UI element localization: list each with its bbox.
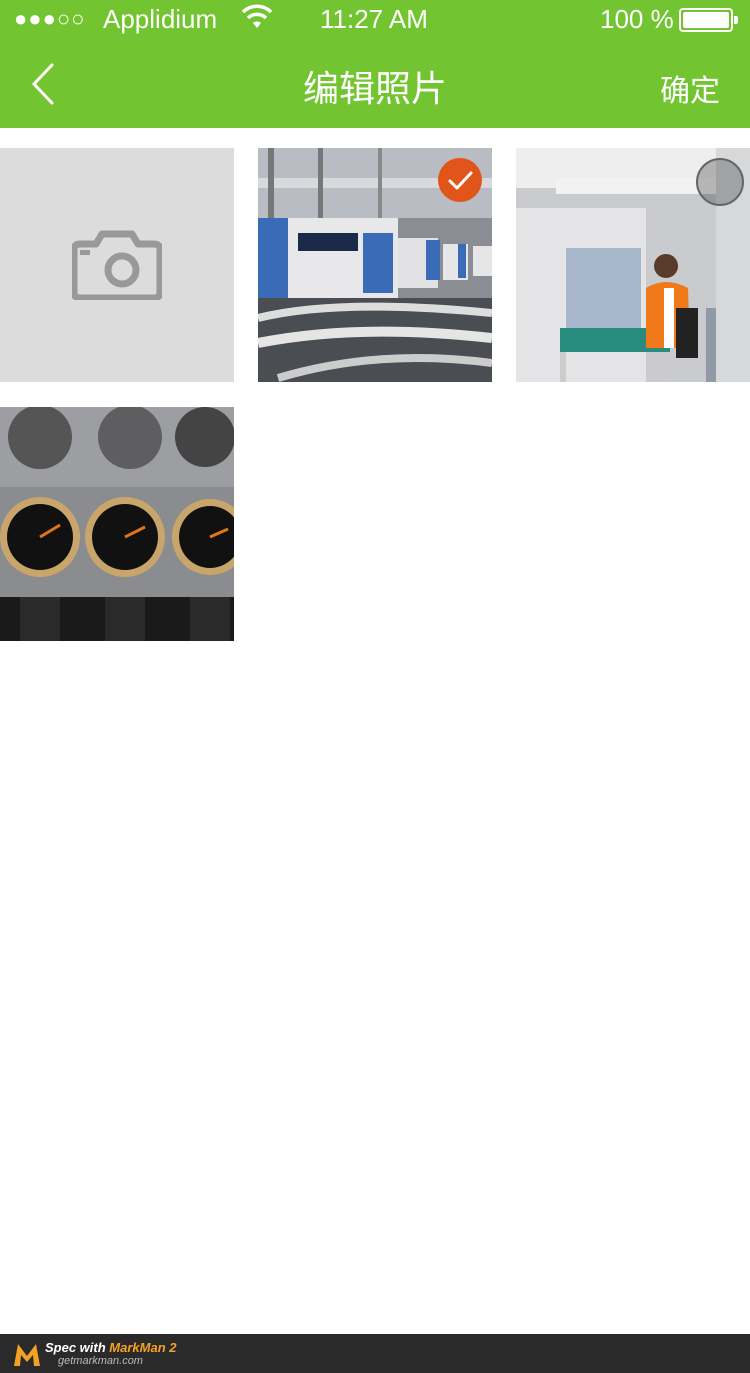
photo-tile-operator[interactable] bbox=[516, 148, 750, 382]
markman-footer: Spec with MarkMan 2 getmarkman.com bbox=[0, 1334, 750, 1373]
nav-bar: 编辑照片 确定 bbox=[0, 40, 750, 128]
battery-percent: 100 % bbox=[600, 4, 674, 34]
battery-icon bbox=[679, 8, 738, 32]
unselected-check[interactable] bbox=[696, 158, 744, 206]
checkmark-icon bbox=[448, 171, 473, 190]
camera-icon bbox=[72, 230, 162, 300]
photo-gauges bbox=[0, 407, 234, 641]
photo-tile-machines[interactable] bbox=[258, 148, 492, 382]
status-bar: ●●●○○ Applidium 11:27 AM 100 % bbox=[0, 0, 750, 40]
footer-line2: getmarkman.com bbox=[58, 1355, 143, 1367]
wifi-icon bbox=[242, 4, 272, 28]
photo-tile-gauges[interactable] bbox=[0, 407, 234, 641]
carrier-name: Applidium bbox=[103, 4, 218, 34]
clock: 11:27 AM bbox=[320, 4, 428, 34]
header: ●●●○○ Applidium 11:27 AM 100 % 编辑照片 确定 bbox=[0, 0, 750, 128]
page-title: 编辑照片 bbox=[302, 68, 447, 109]
footer-line1: Spec with MarkMan 2 bbox=[45, 1340, 177, 1355]
signal-strength: ●●●○○ bbox=[14, 6, 86, 31]
selected-check[interactable] bbox=[438, 158, 482, 202]
confirm-button[interactable]: 确定 bbox=[660, 66, 720, 110]
take-photo-tile[interactable] bbox=[0, 148, 234, 382]
markman-logo-icon bbox=[14, 1344, 40, 1366]
